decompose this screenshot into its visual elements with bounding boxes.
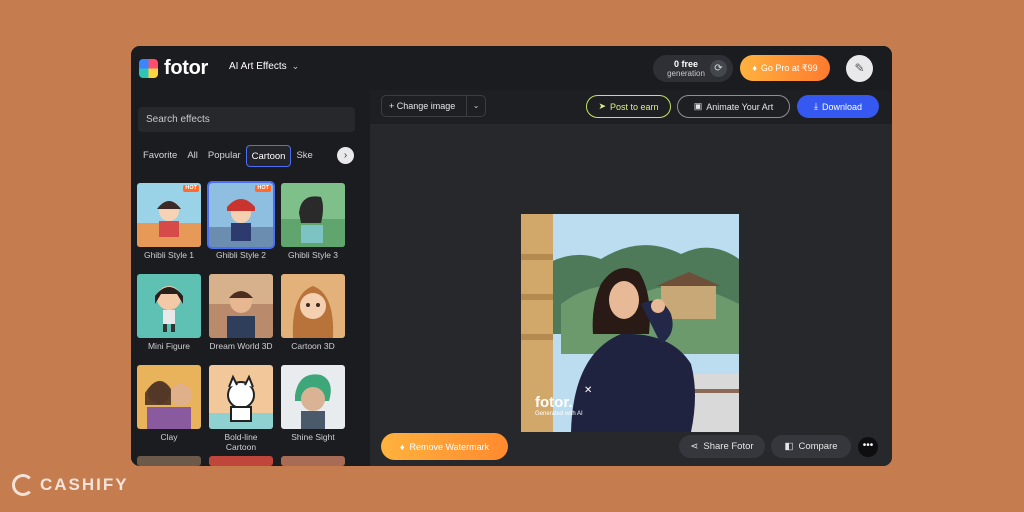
share-icon: ⋖ — [690, 441, 699, 452]
tab-sketch[interactable]: Ske — [291, 145, 317, 167]
fotor-app-window: fotor AI Art Effects ⌄ 0 free generation… — [131, 46, 892, 466]
effect-label: Mini Figure — [147, 341, 191, 351]
effect-mini-figure[interactable]: Mini Figure — [137, 274, 201, 351]
effect-label: Ghibli Style 2 — [215, 250, 267, 260]
refresh-icon[interactable]: ⟳ — [710, 60, 727, 77]
hot-badge: HOT — [183, 185, 199, 192]
tab-cartoon[interactable]: Cartoon — [245, 145, 292, 167]
chevron-down-icon: ⌄ — [291, 61, 300, 71]
compare-icon: ◧ — [784, 441, 794, 452]
effect-label: Bold-line Cartoon — [224, 432, 258, 452]
compare-button[interactable]: ◧ Compare — [771, 435, 851, 458]
tabs-next-icon[interactable]: › — [337, 147, 354, 164]
diamond-icon: ♦ — [752, 63, 757, 73]
effect-thumbnail — [281, 274, 345, 338]
main-canvas-area: + Change image ⌄ ➤ Post to earn ▣ Animat… — [370, 90, 892, 466]
cashify-text: CASHIFY — [40, 475, 129, 494]
effect-label: Ghibli Style 3 — [287, 250, 339, 260]
effect-thumbnail — [209, 274, 273, 338]
effect-dream-world-3d[interactable]: Dream World 3D — [209, 274, 273, 351]
fotor-watermark: fotor. Generated with AI — [535, 395, 583, 418]
tab-favorite[interactable]: Favorite — [138, 145, 182, 167]
effect-label: Ghibli Style 1 — [143, 250, 195, 260]
effect-thumbnail — [137, 456, 201, 466]
generated-artwork[interactable]: fotor. Generated with AI ✕ — [521, 214, 739, 432]
chevron-down-icon[interactable]: ⌄ — [466, 96, 485, 116]
effect-category-tabs: Favorite All Popular Cartoon Ske — [138, 144, 356, 168]
effect-thumbnail — [281, 365, 345, 429]
share-label: Share Fotor — [703, 441, 754, 452]
canvas-toolbar: + Change image ⌄ ➤ Post to earn ▣ Animat… — [370, 90, 892, 124]
plus-icon: + — [389, 101, 397, 111]
effect-thumbnail: HOT — [137, 183, 201, 247]
download-button[interactable]: ⤓ Download — [797, 95, 879, 118]
effect-partial-row[interactable] — [209, 456, 273, 466]
send-icon: ➤ — [598, 101, 606, 111]
effect-ghibli-style-1[interactable]: HOT Ghibli Style 1 — [137, 183, 201, 260]
share-fotor-button[interactable]: ⋖ Share Fotor — [679, 435, 765, 458]
more-options-icon[interactable]: ••• — [858, 437, 878, 457]
effect-label: Shine Sight — [291, 432, 335, 442]
post-to-earn-label: Post to earn — [610, 101, 659, 112]
effects-menu-label: AI Art Effects — [229, 61, 287, 72]
effect-thumbnail: HOT — [207, 181, 275, 249]
cashify-logo-icon — [12, 474, 34, 496]
go-pro-label: Go Pro at ₹99 — [760, 62, 818, 73]
effect-cartoon-3d[interactable]: Cartoon 3D — [281, 274, 345, 351]
remove-watermark-label: Remove Watermark — [409, 441, 490, 452]
fotor-logo[interactable]: fotor — [139, 57, 208, 80]
effect-label: Dream World 3D — [209, 341, 273, 351]
effect-ghibli-style-3[interactable]: Ghibli Style 3 — [281, 183, 345, 260]
download-icon: ⤓ — [813, 101, 818, 111]
effect-thumbnail — [209, 456, 273, 466]
effect-clay[interactable]: Clay — [137, 365, 201, 442]
effect-thumbnail — [281, 456, 345, 466]
effects-sidebar: Search effects Favorite All Popular Cart… — [131, 90, 370, 466]
diamond-icon: ♦ — [399, 441, 405, 452]
search-effects-input[interactable]: Search effects — [138, 107, 355, 132]
effect-label: Clay — [160, 432, 178, 442]
post-to-earn-button[interactable]: ➤ Post to earn — [586, 95, 671, 118]
user-avatar[interactable]: ✎ — [846, 55, 873, 82]
effect-partial-row[interactable] — [137, 456, 201, 466]
tab-all[interactable]: All — [182, 145, 203, 167]
hot-badge: HOT — [255, 185, 271, 192]
free-generation-counter: 0 free generation ⟳ — [653, 55, 733, 82]
effect-thumbnail — [281, 183, 345, 247]
watermark-subtitle: Generated with AI — [535, 411, 583, 417]
effect-thumbnail — [137, 274, 201, 338]
animate-label: Animate Your Art — [706, 101, 774, 112]
effect-partial-row[interactable] — [281, 456, 345, 466]
animate-your-art-button[interactable]: ▣ Animate Your Art — [677, 95, 790, 118]
effect-thumbnail — [209, 365, 273, 429]
go-pro-button[interactable]: ♦ Go Pro at ₹99 — [740, 55, 830, 81]
ai-art-effects-menu[interactable]: AI Art Effects ⌄ — [229, 61, 299, 72]
remove-watermark-button[interactable]: ♦ Remove Watermark — [381, 433, 508, 460]
effect-label: Cartoon 3D — [291, 341, 335, 351]
video-icon: ▣ — [693, 101, 703, 111]
compare-label: Compare — [798, 441, 838, 452]
close-icon[interactable]: ✕ — [584, 385, 592, 396]
effect-bold-line-cartoon[interactable]: Bold-line Cartoon — [209, 365, 273, 452]
watermark-brand: fotor. — [535, 394, 573, 411]
effect-ghibli-style-2[interactable]: HOT Ghibli Style 2 — [207, 181, 275, 260]
fotor-logo-icon — [139, 59, 158, 78]
tab-popular[interactable]: Popular — [203, 145, 246, 167]
free-label: generation — [667, 68, 705, 78]
effect-shine-sight[interactable]: Shine Sight — [281, 365, 345, 442]
logo-text: fotor — [164, 57, 209, 79]
change-image-label: Change image — [396, 101, 456, 111]
top-bar: fotor AI Art Effects ⌄ 0 free generation… — [131, 46, 892, 90]
cashify-watermark: CASHIFY — [12, 474, 129, 496]
change-image-button[interactable]: + Change image ⌄ — [381, 95, 486, 117]
effect-thumbnail — [137, 365, 201, 429]
download-label: Download — [821, 101, 862, 112]
free-count: 0 free — [673, 58, 699, 69]
